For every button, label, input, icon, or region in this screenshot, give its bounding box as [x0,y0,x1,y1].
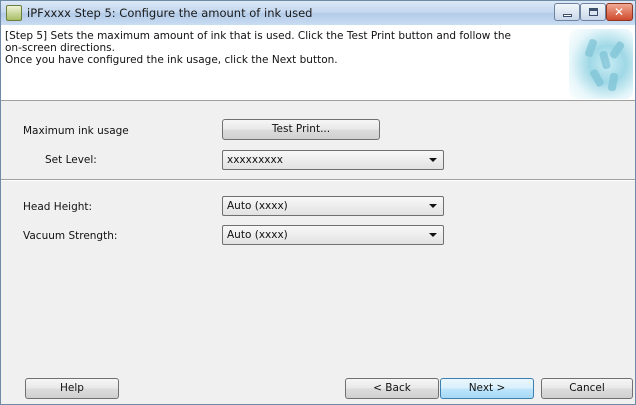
minimize-button[interactable] [554,3,580,21]
chevron-down-icon [429,204,437,208]
chevron-down-icon [429,158,437,162]
set-level-label: Set Level: [45,154,97,166]
section-divider [1,179,635,181]
cancel-button[interactable]: Cancel [541,378,633,399]
set-level-select[interactable]: xxxxxxxxx [222,150,444,170]
vacuum-strength-value: Auto (xxxx) [227,229,288,241]
instruction-text: [Step 5] Sets the maximum amount of ink … [5,30,545,66]
maximize-icon [589,8,598,16]
max-ink-label: Maximum ink usage [23,125,129,137]
back-button[interactable]: < Back [345,378,439,399]
head-height-select[interactable]: Auto (xxxx) [222,196,444,216]
chevron-down-icon [429,233,437,237]
maximize-button[interactable] [580,3,606,21]
instruction-line: Once you have configured the ink usage, … [5,54,338,66]
set-level-value: xxxxxxxxx [227,154,283,166]
window-title: iPFxxxx Step 5: Configure the amount of … [27,6,313,20]
head-height-label: Head Height: [23,201,93,213]
vacuum-strength-label: Vacuum Strength: [23,230,118,242]
vacuum-strength-select[interactable]: Auto (xxxx) [222,225,444,245]
title-bar[interactable]: iPFxxxx Step 5: Configure the amount of … [1,1,635,25]
close-icon: ✕ [614,5,625,19]
instruction-line: on-screen directions. [5,42,115,54]
close-button[interactable]: ✕ [606,3,633,21]
test-print-button[interactable]: Test Print... [222,119,380,140]
head-height-value: Auto (xxxx) [227,200,288,212]
printer-app-icon [6,5,22,21]
ink-splash-graphic [569,29,633,99]
wizard-window: iPFxxxx Step 5: Configure the amount of … [0,0,636,405]
next-button[interactable]: Next > [440,378,534,399]
instruction-line: [Step 5] Sets the maximum amount of ink … [5,30,511,42]
minimize-icon [563,14,572,17]
help-button[interactable]: Help [25,378,119,399]
instruction-header: [Step 5] Sets the maximum amount of ink … [1,25,635,101]
